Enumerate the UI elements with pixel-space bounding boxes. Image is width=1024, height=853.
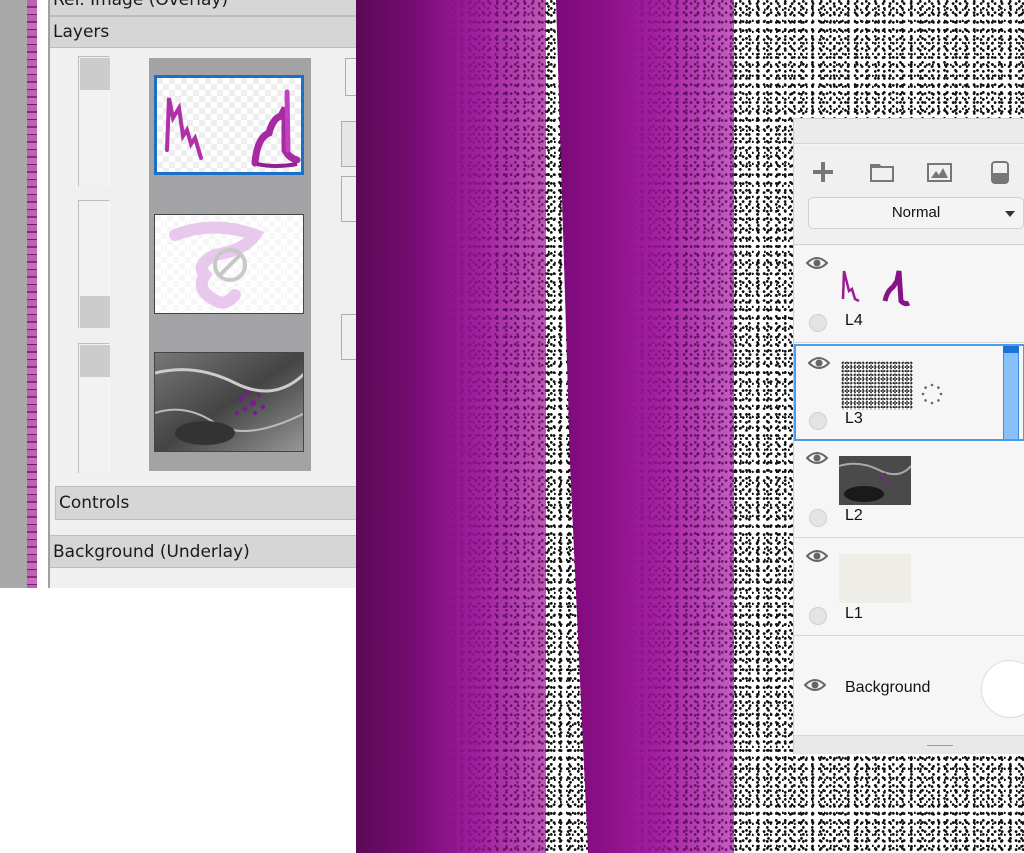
layer-row-l3[interactable]: L3 [794,344,1024,441]
layer-opacity-slider[interactable] [78,56,110,186]
slider-thumb[interactable] [80,296,110,328]
background-label: Background [845,679,931,696]
layer-name: L2 [845,507,863,524]
layer-name: L3 [845,410,863,427]
grayscale-texture-thumbnail [155,353,303,451]
eye-icon[interactable] [806,256,828,270]
layers-toolbar: Normal [794,145,1024,245]
stroke-texture [626,0,734,853]
eraser-icon[interactable] [987,159,1013,185]
layer-select-radio[interactable] [809,509,827,527]
layer-thumbnail-middle[interactable] [154,214,304,314]
eye-icon[interactable] [806,549,828,563]
canvas-edge-strip [27,0,37,588]
layer-row-l2[interactable]: L2 [794,441,1024,538]
chevron-down-icon [1005,211,1015,217]
eye-icon[interactable] [808,356,830,370]
eye-icon[interactable] [804,678,826,692]
controls-section-header[interactable]: Controls [55,486,360,520]
slider-thumb[interactable] [80,58,110,90]
layer-thumbnail [839,554,911,603]
layer-thumbnail [839,456,911,505]
faded-strokes-thumbnail [155,215,303,313]
layer-select-radio[interactable] [809,607,827,625]
image-icon[interactable] [926,159,952,185]
layer-select-radio[interactable] [809,412,827,430]
layers-panel: Normal L4 L3 L2 L1 Background [793,118,1024,754]
plus-icon[interactable] [810,159,836,185]
background-layer-row[interactable]: Background [794,638,1024,736]
left-app-window: Ref. Image (Overlay) Layers Controls Bac… [0,0,360,588]
slider-thumb[interactable] [80,345,110,377]
slider-thumb[interactable] [1003,346,1019,353]
layers-sidebar: Ref. Image (Overlay) Layers Controls Bac… [50,0,360,588]
loading-spinner-icon [921,383,943,405]
layer-name: L4 [845,312,863,329]
layers-section-header[interactable]: Layers [50,16,360,48]
layer-thumbnail-top[interactable] [154,75,304,175]
window-edge [0,0,27,588]
gutter [37,0,48,588]
eye-icon[interactable] [806,451,828,465]
layer-opacity-slider[interactable] [1003,346,1019,439]
stroke-texture [446,0,546,853]
background-color-swatch[interactable] [981,660,1024,718]
layer-thumbnail [841,361,913,410]
panel-resize-bar[interactable] [794,736,1024,754]
layer-thumbnail [841,270,911,307]
layer-select-radio[interactable] [809,314,827,332]
layer-row-l4[interactable]: L4 [794,246,1024,343]
blend-mode-select[interactable]: Normal [808,197,1024,229]
layer-thumbnail-bottom[interactable] [154,352,304,452]
resize-handle-icon[interactable] [927,745,953,746]
magenta-strokes-thumbnail [157,78,301,172]
ref-image-section-header[interactable]: Ref. Image (Overlay) [50,0,360,16]
layer-opacity-slider[interactable] [78,343,110,473]
blend-mode-value: Normal [891,204,941,221]
layer-row-l1[interactable]: L1 [794,539,1024,636]
panel-titlebar[interactable] [794,119,1024,144]
layer-name: L1 [845,605,863,622]
layer-opacity-slider[interactable] [78,200,110,328]
layer-thumbnail-list [149,58,311,471]
background-section-header[interactable]: Background (Underlay) [50,535,360,568]
folder-icon[interactable] [869,159,895,185]
